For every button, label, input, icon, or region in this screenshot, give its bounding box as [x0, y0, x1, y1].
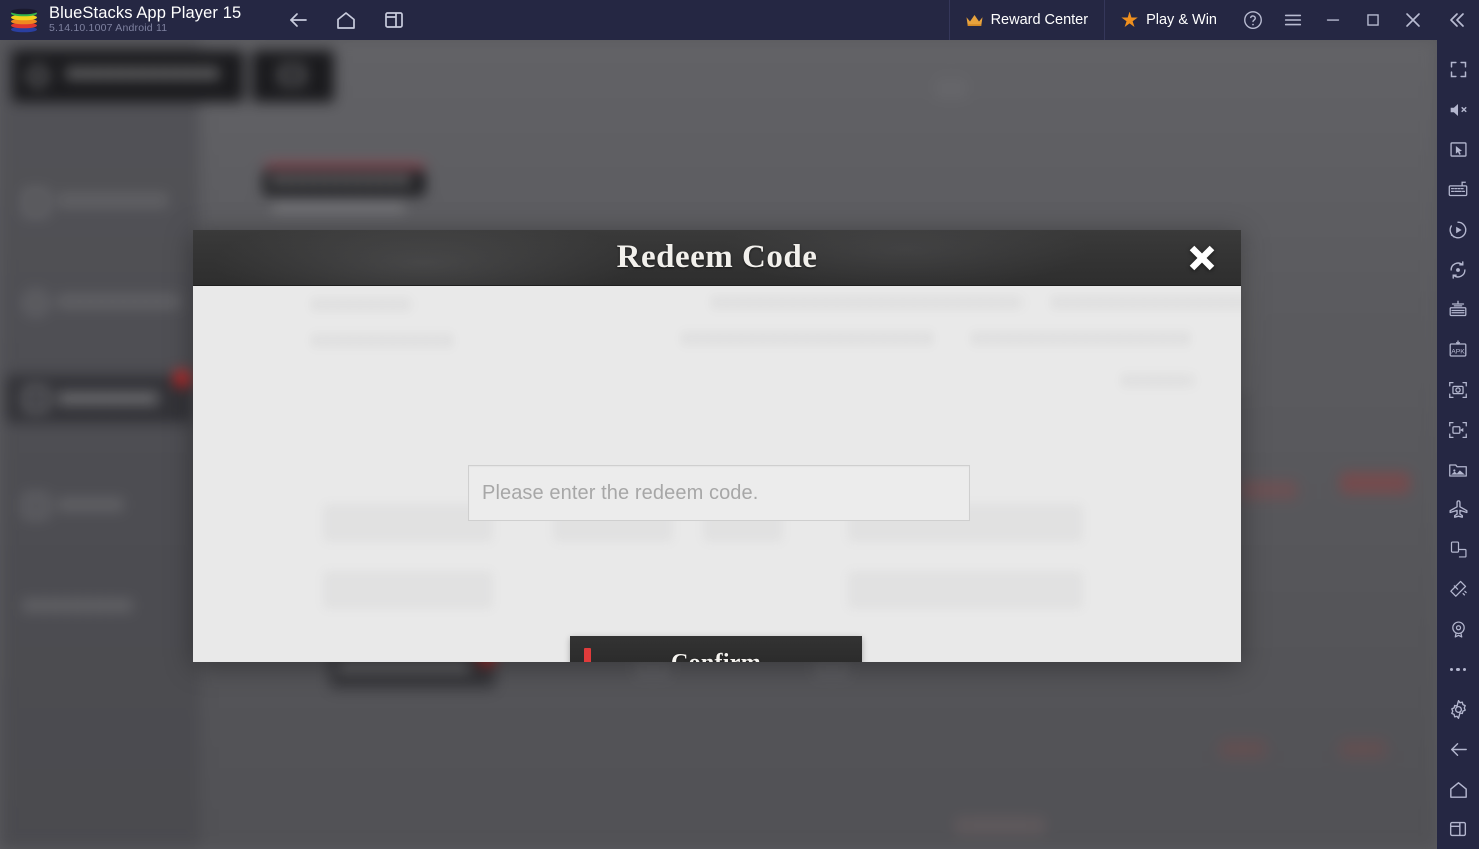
bluestacks-window: Redeem Code Please enter the redeem code…	[0, 0, 1479, 849]
help-icon[interactable]	[1233, 0, 1273, 40]
home-icon[interactable]	[331, 5, 361, 35]
cursor-pointer-icon[interactable]	[1437, 130, 1479, 170]
top-right-icon	[935, 80, 967, 98]
sync-operations-icon[interactable]	[1437, 250, 1479, 290]
collapse-sidebar-icon[interactable]	[1433, 0, 1479, 40]
content-subtitle-text	[275, 202, 405, 212]
bottom-icon-1	[636, 660, 670, 678]
menu-icon-3	[25, 388, 47, 410]
crown-icon	[966, 14, 983, 27]
confirm-button[interactable]: Confirm	[570, 636, 862, 662]
back-icon[interactable]	[1437, 729, 1479, 769]
menu-label-3	[60, 393, 160, 404]
game-header-tab-2-icon	[280, 66, 304, 84]
game-controls-icon[interactable]	[1437, 170, 1479, 210]
shake-icon[interactable]	[1437, 569, 1479, 609]
redeem-code-dialog: Redeem Code Please enter the redeem code…	[193, 230, 1241, 662]
dialog-title: Redeem Code	[616, 239, 818, 275]
recents-icon[interactable]	[379, 5, 409, 35]
confirm-button-label: Confirm	[671, 650, 761, 663]
right-item-4	[1340, 740, 1386, 758]
home-icon[interactable]	[1437, 769, 1479, 809]
redeem-code-input-placeholder: Please enter the redeem code.	[482, 481, 759, 504]
screenshot-icon[interactable]	[1437, 370, 1479, 410]
back-arrow-icon[interactable]	[283, 5, 313, 35]
content-underline	[265, 164, 425, 167]
menu-label-5	[25, 600, 133, 611]
multi-instance-icon[interactable]	[1437, 290, 1479, 330]
play-and-win-label: Play & Win	[1146, 12, 1217, 28]
macro-recorder-icon[interactable]	[1437, 210, 1479, 250]
game-header-tab-label	[68, 68, 218, 79]
game-left-column	[0, 40, 200, 849]
close-icon[interactable]	[1393, 0, 1433, 40]
reward-center-button[interactable]: Reward Center	[948, 0, 1106, 40]
redeem-entry-label	[340, 662, 470, 671]
bottom-item-1	[955, 818, 1045, 834]
rotate-icon[interactable]	[1437, 529, 1479, 569]
bottom-icon-2	[815, 660, 849, 678]
menu-label-2	[60, 296, 182, 307]
reward-center-label: Reward Center	[990, 12, 1089, 28]
menu-icon-2	[25, 292, 47, 314]
more-options-icon[interactable]	[1437, 649, 1479, 689]
menu-badge-3	[174, 370, 191, 387]
settings-gear-icon[interactable]	[1437, 689, 1479, 729]
menu-label-1	[60, 195, 170, 206]
screen-record-icon[interactable]	[1437, 410, 1479, 450]
right-item-3	[1220, 740, 1266, 758]
app-title: BlueStacks App Player 15	[49, 4, 242, 22]
dialog-header: Redeem Code	[193, 230, 1241, 286]
eco-mode-icon[interactable]	[1437, 489, 1479, 529]
mute-icon[interactable]	[1437, 90, 1479, 130]
menu-icon[interactable]	[1273, 0, 1313, 40]
play-and-win-button[interactable]: Play & Win	[1105, 0, 1233, 40]
window-titlebar: BlueStacks App Player 15 5.14.10.1007 An…	[0, 0, 1479, 40]
titlebar-right-group: Reward Center Play & Win	[948, 0, 1479, 40]
dialog-body: Please enter the redeem code. Confirm	[193, 286, 1241, 662]
minimize-icon[interactable]	[1313, 0, 1353, 40]
android-nav-controls	[283, 5, 409, 35]
app-version: 5.14.10.1007 Android 11	[49, 22, 168, 34]
recents-icon[interactable]	[1437, 809, 1479, 849]
fullscreen-icon[interactable]	[1437, 50, 1479, 90]
right-item-2	[1340, 472, 1410, 494]
content-title-text	[272, 176, 414, 185]
confirm-accent-bar	[584, 648, 591, 662]
maximize-icon[interactable]	[1353, 0, 1393, 40]
bluestacks-logo-icon	[9, 5, 39, 35]
menu-icon-4	[25, 495, 47, 517]
menu-icon-1	[25, 191, 47, 215]
right-item-1	[1240, 480, 1298, 500]
install-apk-icon[interactable]: APK	[1437, 330, 1479, 370]
redeem-code-input[interactable]: Please enter the redeem code.	[468, 465, 970, 521]
game-header-tab-icon	[28, 66, 48, 86]
close-x-icon[interactable]	[1181, 237, 1223, 279]
star-icon	[1121, 11, 1138, 27]
app-title-block: BlueStacks App Player 15 5.14.10.1007 An…	[49, 4, 241, 35]
menu-label-4	[60, 499, 122, 510]
media-manager-icon[interactable]	[1437, 450, 1479, 490]
location-icon[interactable]	[1437, 609, 1479, 649]
svg-text:APK: APK	[1451, 348, 1465, 355]
bluestacks-sidebar: APK	[1437, 40, 1479, 849]
